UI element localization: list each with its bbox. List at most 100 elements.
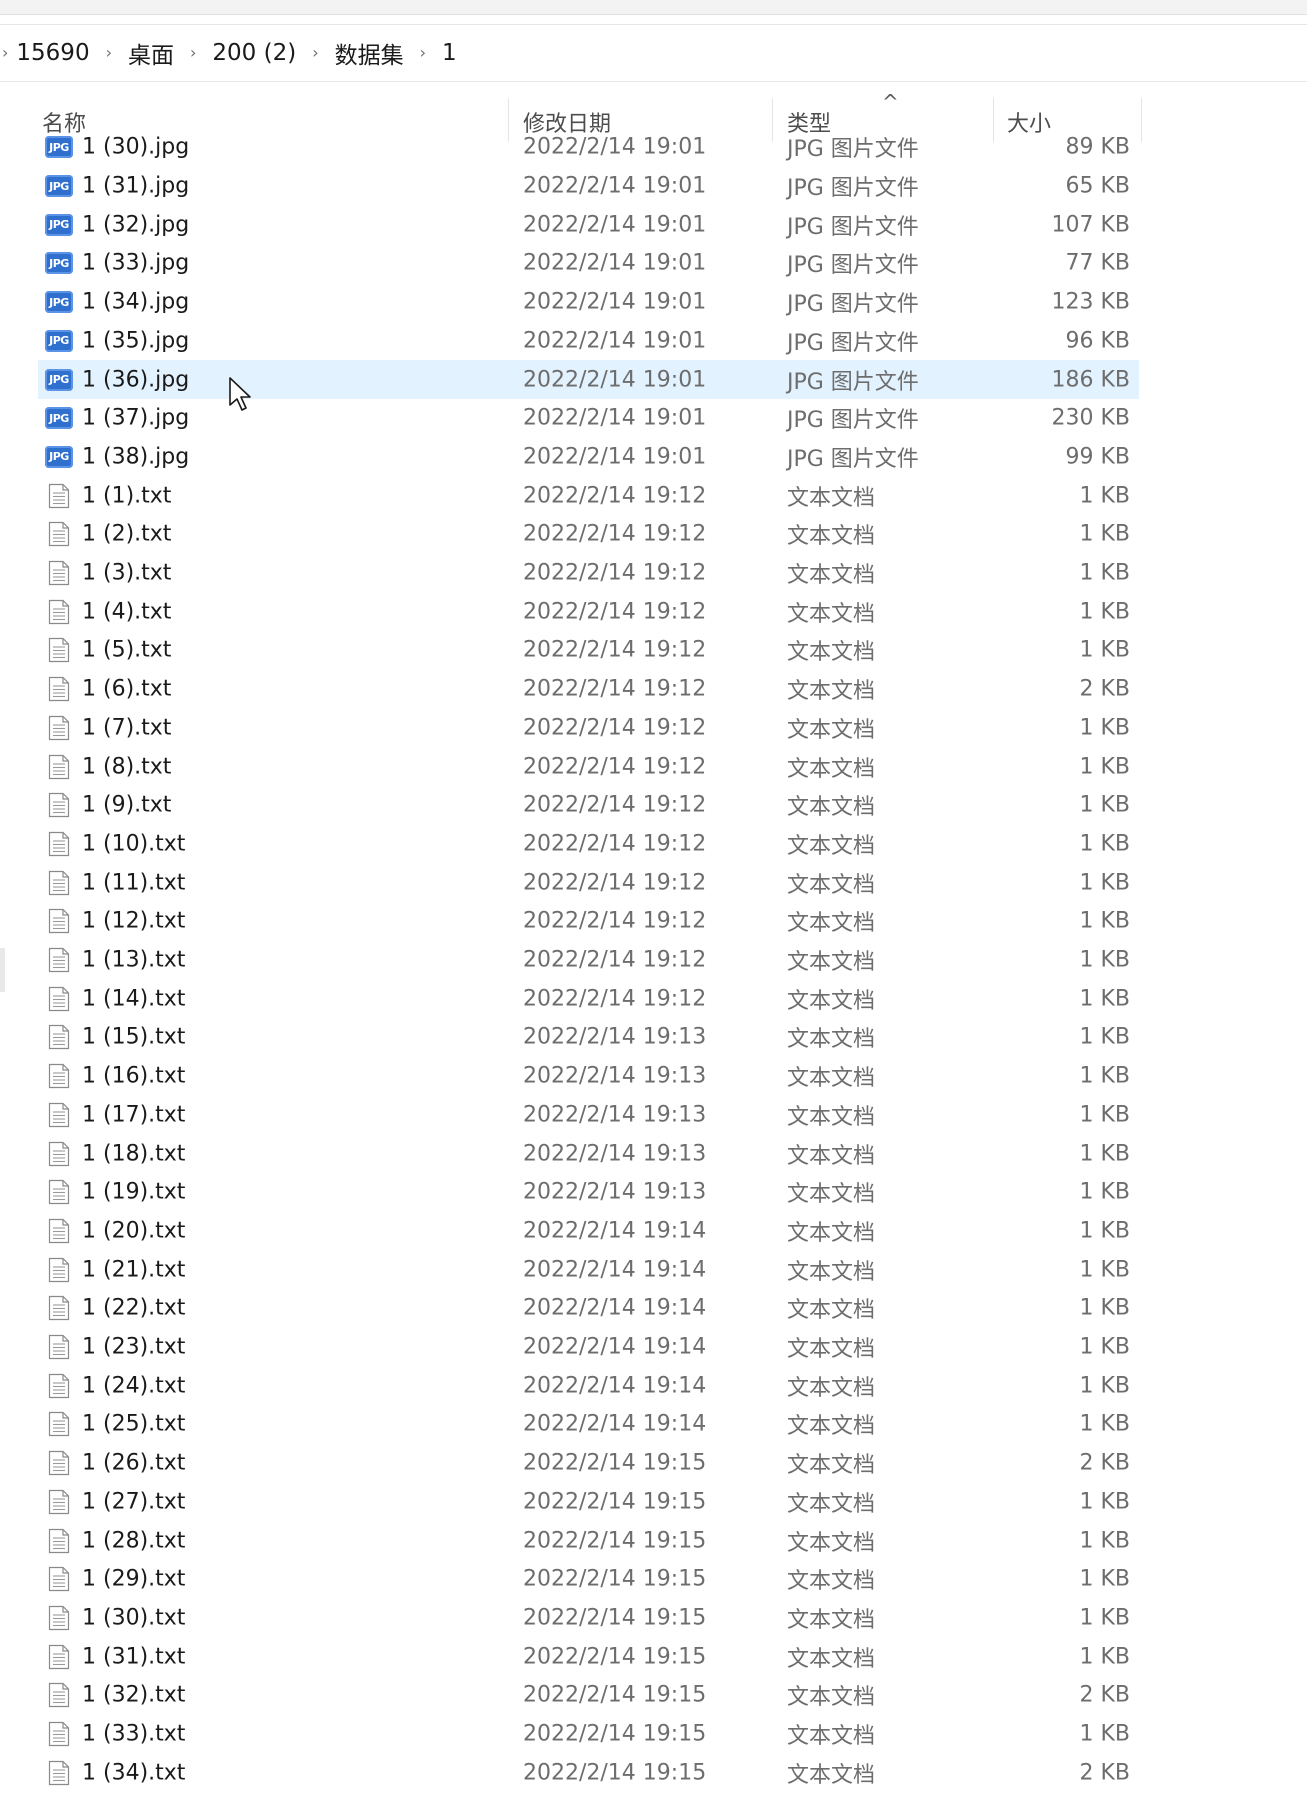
file-date: 2022/2/14 19:01	[523, 173, 707, 199]
column-header-name[interactable]: 名称	[42, 106, 86, 138]
chevron-right-icon[interactable]: ›	[190, 43, 196, 62]
file-row[interactable]: 1 (10).txt 2022/2/14 19:12 文本文档 1 KB	[0, 825, 1307, 864]
file-row[interactable]: 1 (29).txt 2022/2/14 19:15 文本文档 1 KB	[0, 1560, 1307, 1599]
column-header-date[interactable]: 修改日期	[523, 106, 611, 138]
file-row[interactable]: 1 (25).txt 2022/2/14 19:14 文本文档 1 KB	[0, 1405, 1307, 1444]
file-name: 1 (26).txt	[82, 1450, 186, 1476]
file-row[interactable]: 1 (4).txt 2022/2/14 19:12 文本文档 1 KB	[0, 592, 1307, 631]
chevron-right-icon[interactable]: ›	[106, 43, 112, 62]
file-date: 2022/2/14 19:12	[523, 599, 707, 625]
file-row[interactable]: 1 (24).txt 2022/2/14 19:14 文本文档 1 KB	[0, 1366, 1307, 1405]
chevron-right-icon[interactable]: ›	[312, 43, 318, 62]
breadcrumb-item-dataset[interactable]: 数据集	[335, 36, 404, 70]
file-row[interactable]: 1 (8).txt 2022/2/14 19:12 文本文档 1 KB	[0, 747, 1307, 786]
file-row[interactable]: 1 (28).txt 2022/2/14 19:15 文本文档 1 KB	[0, 1521, 1307, 1560]
jpg-file-icon: JPG	[44, 405, 74, 431]
file-type: JPG 图片文件	[787, 408, 919, 434]
file-row[interactable]: 1 (7).txt 2022/2/14 19:12 文本文档 1 KB	[0, 709, 1307, 748]
file-name: 1 (4).txt	[82, 599, 172, 625]
text-file-icon	[44, 637, 74, 663]
file-row[interactable]: 1 (31).txt 2022/2/14 19:15 文本文档 1 KB	[0, 1637, 1307, 1676]
file-name: 1 (24).txt	[82, 1373, 186, 1399]
file-name: 1 (7).txt	[82, 715, 172, 741]
file-size: 99 KB	[1065, 444, 1130, 470]
file-row[interactable]: 1 (11).txt 2022/2/14 19:12 文本文档 1 KB	[0, 863, 1307, 902]
text-file-icon	[44, 599, 74, 625]
file-size: 1 KB	[1079, 908, 1130, 934]
file-row[interactable]: JPG 1 (36).jpg 2022/2/14 19:01 JPG 图片文件 186 …	[0, 360, 1307, 399]
file-row[interactable]: JPG 1 (31).jpg 2022/2/14 19:01 JPG 图片文件 65 K…	[0, 167, 1307, 206]
file-row[interactable]: 1 (23).txt 2022/2/14 19:14 文本文档 1 KB	[0, 1328, 1307, 1367]
file-row[interactable]: 1 (3).txt 2022/2/14 19:12 文本文档 1 KB	[0, 554, 1307, 593]
chevron-right-icon[interactable]: ›	[2, 43, 8, 62]
file-row[interactable]: 1 (14).txt 2022/2/14 19:12 文本文档 1 KB	[0, 979, 1307, 1018]
text-file-icon	[44, 986, 74, 1012]
file-row[interactable]: 1 (26).txt 2022/2/14 19:15 文本文档 2 KB	[0, 1444, 1307, 1483]
breadcrumb[interactable]: › 15690 › 桌面 › 200 (2) › 数据集 › 1	[0, 24, 1307, 82]
file-row[interactable]: 1 (2).txt 2022/2/14 19:12 文本文档 1 KB	[0, 515, 1307, 554]
file-name: 1 (35).jpg	[82, 328, 190, 354]
file-row[interactable]: 1 (9).txt 2022/2/14 19:12 文本文档 1 KB	[0, 786, 1307, 825]
file-row[interactable]: 1 (20).txt 2022/2/14 19:14 文本文档 1 KB	[0, 1212, 1307, 1251]
file-row[interactable]: JPG 1 (35).jpg 2022/2/14 19:01 JPG 图片文件 96 K…	[0, 322, 1307, 361]
file-size: 186 KB	[1051, 367, 1130, 393]
column-header-type[interactable]: 类型	[787, 106, 831, 138]
file-row[interactable]: JPG 1 (37).jpg 2022/2/14 19:01 JPG 图片文件 230 …	[0, 399, 1307, 438]
file-row[interactable]: JPG 1 (30).jpg 2022/2/14 19:01 JPG 图片文件 89 K…	[0, 135, 1307, 167]
jpg-file-icon: JPG	[44, 367, 74, 393]
text-file-icon	[44, 560, 74, 586]
file-row[interactable]: 1 (22).txt 2022/2/14 19:14 文本文档 1 KB	[0, 1289, 1307, 1328]
file-row[interactable]: JPG 1 (32).jpg 2022/2/14 19:01 JPG 图片文件 107 …	[0, 205, 1307, 244]
jpg-file-icon: JPG	[44, 328, 74, 354]
breadcrumb-item-user[interactable]: 15690	[16, 40, 89, 66]
file-name: 1 (34).txt	[82, 1760, 186, 1786]
file-row[interactable]: 1 (5).txt 2022/2/14 19:12 文本文档 1 KB	[0, 631, 1307, 670]
text-file-icon	[44, 1024, 74, 1050]
file-date: 2022/2/14 19:12	[523, 560, 707, 586]
breadcrumb-item-desktop[interactable]: 桌面	[128, 36, 174, 70]
file-row[interactable]: 1 (1).txt 2022/2/14 19:12 文本文档 1 KB	[0, 476, 1307, 515]
file-row[interactable]: 1 (15).txt 2022/2/14 19:13 文本文档 1 KB	[0, 1018, 1307, 1057]
file-row[interactable]: 1 (17).txt 2022/2/14 19:13 文本文档 1 KB	[0, 1096, 1307, 1135]
file-size: 1 KB	[1079, 1644, 1130, 1670]
file-row[interactable]: 1 (27).txt 2022/2/14 19:15 文本文档 1 KB	[0, 1483, 1307, 1522]
file-row[interactable]: 1 (13).txt 2022/2/14 19:12 文本文档 1 KB	[0, 941, 1307, 980]
file-row[interactable]: 1 (21).txt 2022/2/14 19:14 文本文档 1 KB	[0, 1250, 1307, 1289]
file-type: 文本文档	[787, 795, 876, 821]
file-row[interactable]: 1 (30).txt 2022/2/14 19:15 文本文档 1 KB	[0, 1599, 1307, 1638]
text-file-icon	[44, 1141, 74, 1167]
text-file-icon	[44, 1063, 74, 1089]
file-size: 123 KB	[1051, 289, 1130, 315]
file-type: JPG 图片文件	[787, 253, 919, 279]
file-type: 文本文档	[787, 1569, 876, 1595]
file-size: 1 KB	[1079, 483, 1130, 509]
file-size: 2 KB	[1079, 1682, 1130, 1708]
file-row[interactable]: 1 (19).txt 2022/2/14 19:13 文本文档 1 KB	[0, 1173, 1307, 1212]
file-row[interactable]: 1 (18).txt 2022/2/14 19:13 文本文档 1 KB	[0, 1134, 1307, 1173]
column-header-size[interactable]: 大小	[1007, 106, 1051, 138]
file-row[interactable]: JPG 1 (33).jpg 2022/2/14 19:01 JPG 图片文件 77 K…	[0, 244, 1307, 283]
text-file-icon	[44, 1450, 74, 1476]
scrollbar-thumb[interactable]	[0, 948, 5, 992]
file-row[interactable]: JPG 1 (38).jpg 2022/2/14 19:01 JPG 图片文件 99 K…	[0, 438, 1307, 477]
file-name: 1 (1).txt	[82, 483, 172, 509]
file-type: JPG 图片文件	[787, 330, 919, 356]
file-size: 1 KB	[1079, 870, 1130, 896]
file-date: 2022/2/14 19:15	[523, 1644, 707, 1670]
file-row[interactable]: JPG 1 (34).jpg 2022/2/14 19:01 JPG 图片文件 123 …	[0, 283, 1307, 322]
file-date: 2022/2/14 19:01	[523, 405, 707, 431]
file-name: 1 (14).txt	[82, 986, 186, 1012]
file-row[interactable]: 1 (33).txt 2022/2/14 19:15 文本文档 1 KB	[0, 1715, 1307, 1754]
file-row[interactable]: 1 (34).txt 2022/2/14 19:15 文本文档 2 KB	[0, 1753, 1307, 1792]
breadcrumb-item-current[interactable]: 1	[442, 40, 457, 66]
breadcrumb-item-folder-200[interactable]: 200 (2)	[212, 40, 296, 66]
text-file-icon	[44, 947, 74, 973]
file-row[interactable]: 1 (12).txt 2022/2/14 19:12 文本文档 1 KB	[0, 902, 1307, 941]
file-row[interactable]: 1 (32).txt 2022/2/14 19:15 文本文档 2 KB	[0, 1676, 1307, 1715]
file-type: 文本文档	[787, 485, 876, 511]
file-date: 2022/2/14 19:14	[523, 1295, 707, 1321]
file-date: 2022/2/14 19:14	[523, 1257, 707, 1283]
chevron-right-icon[interactable]: ›	[420, 43, 426, 62]
file-row[interactable]: 1 (6).txt 2022/2/14 19:12 文本文档 2 KB	[0, 670, 1307, 709]
file-row[interactable]: 1 (16).txt 2022/2/14 19:13 文本文档 1 KB	[0, 1057, 1307, 1096]
